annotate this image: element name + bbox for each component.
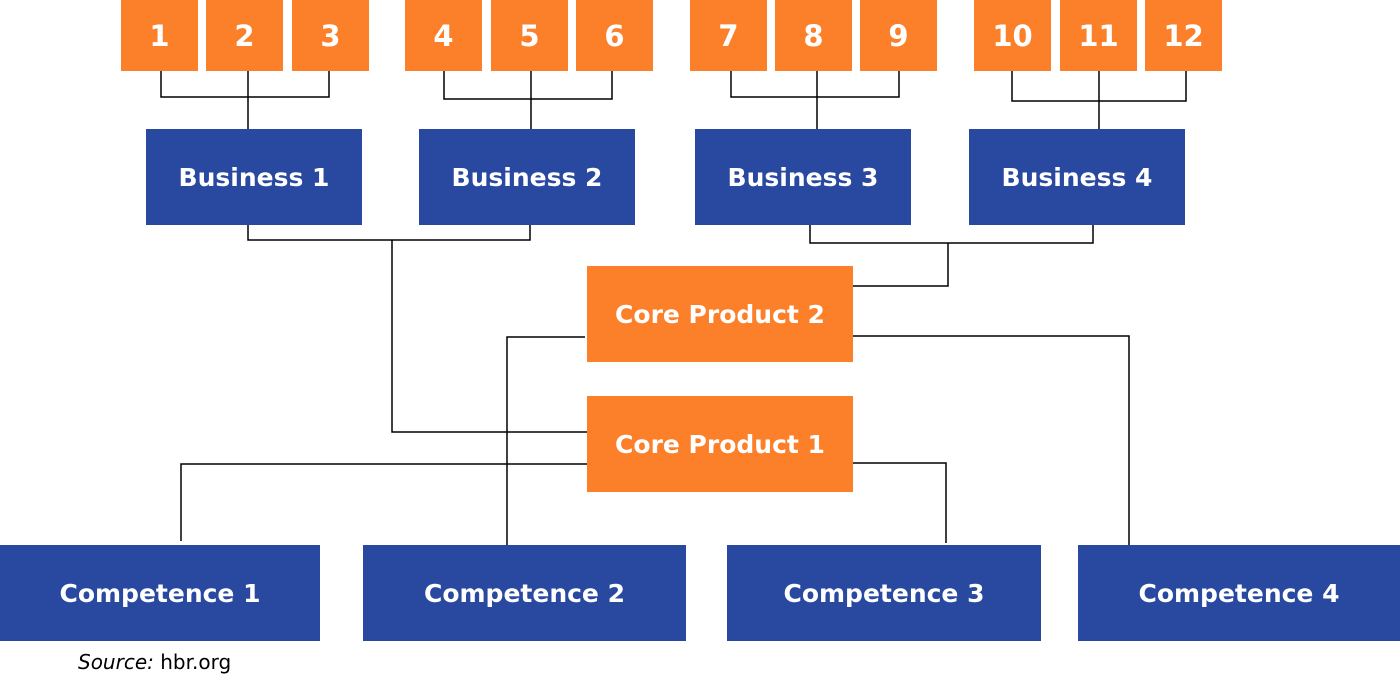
business-box-2-label: Business 2	[451, 162, 603, 192]
business-box-3: Business 3	[695, 129, 911, 225]
product-box-7-label: 7	[718, 18, 739, 53]
core-product-box-2: Core Product 2	[587, 266, 853, 362]
connector-line	[180, 463, 587, 541]
product-box-8-label: 8	[803, 18, 824, 53]
business-box-1-label: Business 1	[178, 162, 330, 192]
competence-box-3-label: Competence 3	[783, 578, 985, 608]
product-box-12: 12	[1145, 0, 1222, 71]
product-box-5: 5	[491, 0, 568, 71]
product-box-8: 8	[775, 0, 852, 71]
competence-box-1-label: Competence 1	[59, 578, 261, 608]
connector-line	[506, 336, 585, 558]
core-product-box-1: Core Product 1	[587, 396, 853, 492]
product-box-3: 3	[292, 0, 369, 71]
business-box-1: Business 1	[146, 129, 362, 225]
competence-box-2-label: Competence 2	[423, 578, 625, 608]
product-box-4-label: 4	[433, 18, 454, 53]
product-box-1-label: 1	[149, 18, 170, 53]
business-box-2: Business 2	[419, 129, 635, 225]
connector-line	[849, 243, 949, 287]
competence-box-4-label: Competence 4	[1138, 578, 1340, 608]
product-box-1: 1	[121, 0, 198, 71]
product-box-9-label: 9	[888, 18, 909, 53]
product-box-5-label: 5	[519, 18, 540, 53]
business-box-4: Business 4	[969, 129, 1185, 225]
product-box-2: 2	[206, 0, 283, 71]
product-box-6-label: 6	[604, 18, 625, 53]
connector-line	[160, 71, 330, 98]
source-note: Source: hbr.org	[78, 650, 231, 674]
product-box-2-label: 2	[234, 18, 255, 53]
product-box-3-label: 3	[320, 18, 341, 53]
connector-line	[391, 240, 587, 433]
product-box-10: 10	[974, 0, 1051, 71]
product-box-6: 6	[576, 0, 653, 71]
product-box-4: 4	[405, 0, 482, 71]
product-box-12-label: 12	[1163, 18, 1204, 53]
source-label: Source:	[78, 650, 154, 674]
business-box-4-label: Business 4	[1001, 162, 1153, 192]
connector-line	[853, 335, 1130, 558]
source-value: hbr.org	[160, 650, 232, 674]
connector-line	[730, 71, 900, 98]
product-box-11: 11	[1060, 0, 1137, 71]
competence-box-4: Competence 4	[1078, 545, 1400, 641]
connector-line	[443, 71, 613, 100]
connector-line	[853, 462, 947, 543]
product-box-7: 7	[690, 0, 767, 71]
core-product-box-1-label: Core Product 1	[615, 429, 825, 459]
product-box-10-label: 10	[992, 18, 1033, 53]
business-box-3-label: Business 3	[727, 162, 879, 192]
competence-box-2: Competence 2	[363, 545, 686, 641]
product-box-11-label: 11	[1078, 18, 1119, 53]
product-box-9: 9	[860, 0, 937, 71]
core-product-box-2-label: Core Product 2	[615, 299, 825, 329]
competence-box-3: Competence 3	[727, 545, 1041, 641]
competence-box-1: Competence 1	[0, 545, 320, 641]
